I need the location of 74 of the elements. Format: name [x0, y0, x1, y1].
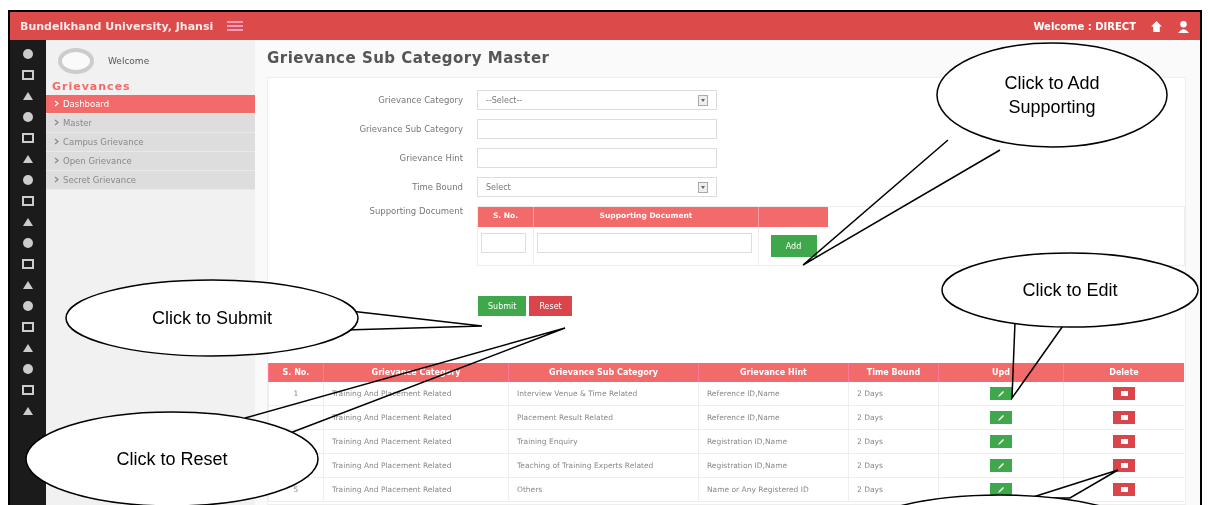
dash-icon: [1120, 463, 1128, 468]
callout-text: Click to Reset: [115, 447, 229, 471]
edit-button[interactable]: [990, 387, 1012, 400]
callout-text: Click to Submit: [150, 306, 273, 330]
callout-text: Click to Add Supporting: [1003, 71, 1101, 119]
dropdown-icon[interactable]: [698, 94, 708, 106]
column-header: Delete: [1063, 363, 1184, 382]
app-brand: Bundelkhand University, Jhansi: [20, 19, 214, 33]
nav-icon[interactable]: [22, 111, 34, 123]
column-header: Time Bound: [848, 363, 938, 382]
nav-icon[interactable]: [22, 321, 34, 333]
column-header: Grievance Hint: [698, 363, 848, 382]
nav-icon[interactable]: [22, 153, 34, 165]
nav-icon[interactable]: [22, 69, 34, 81]
dropdown-icon[interactable]: [698, 181, 708, 193]
nav-icon[interactable]: [22, 216, 34, 228]
sidebar-item[interactable]: Master: [46, 114, 255, 133]
dash-icon: [1120, 487, 1128, 492]
field-label: Grievance Category: [377, 95, 463, 105]
nav-icon[interactable]: [22, 300, 34, 312]
input-field[interactable]: [537, 232, 752, 253]
dash-icon: [1120, 391, 1128, 396]
nav-icon[interactable]: [22, 405, 34, 417]
delete-button[interactable]: [1113, 459, 1135, 472]
select-field[interactable]: Select: [477, 177, 717, 197]
sidebar-item[interactable]: Open Grievance: [46, 152, 255, 171]
page-title: Grievance Sub Category Master: [267, 48, 550, 69]
nav-icon[interactable]: [22, 342, 34, 354]
pencil-icon: [997, 437, 1005, 446]
nav-icon[interactable]: [22, 174, 34, 186]
reset-button[interactable]: Reset: [529, 296, 572, 316]
nav-icon[interactable]: [22, 258, 34, 270]
column-header: Grievance Sub Category: [508, 363, 698, 382]
chevron-icon: [54, 119, 59, 126]
input-field[interactable]: [477, 148, 717, 168]
nav-icon[interactable]: [22, 279, 34, 291]
select-field[interactable]: --Select--: [477, 90, 717, 110]
nav-icon[interactable]: [22, 195, 34, 207]
chevron-icon: [54, 100, 59, 107]
pencil-icon: [997, 413, 1005, 422]
pencil-icon: [997, 389, 1005, 398]
chevron-icon: [54, 176, 59, 183]
submit-button[interactable]: Submit: [478, 296, 527, 316]
welcome-text: Welcome : DIRECT: [1033, 20, 1136, 32]
sidebar-item[interactable]: Campus Grievance: [46, 133, 255, 152]
home-icon[interactable]: [1150, 19, 1163, 33]
dash-icon: [1120, 415, 1128, 420]
nav-icon[interactable]: [22, 384, 34, 396]
nav-icon[interactable]: [22, 48, 34, 60]
nav-icon[interactable]: [22, 363, 34, 375]
column-header: S. No.: [268, 363, 323, 382]
nav-icon[interactable]: [22, 132, 34, 144]
nav-icon[interactable]: [22, 90, 34, 102]
field-label: Grievance Hint: [398, 153, 463, 163]
input-field[interactable]: [481, 232, 526, 253]
nav-icon[interactable]: [22, 237, 34, 249]
chevron-icon: [54, 157, 59, 164]
field-label: Supporting Document: [368, 206, 463, 216]
callout-text: Click to Edit: [1021, 278, 1119, 302]
field-label: Time Bound: [411, 182, 463, 192]
add-button[interactable]: Add: [770, 235, 817, 257]
column-header: Upd: [938, 363, 1063, 382]
input-field[interactable]: [477, 119, 717, 139]
avatar: [58, 48, 94, 74]
pencil-icon: [997, 461, 1005, 470]
dash-icon: [1120, 439, 1128, 444]
section-heading: Grievances: [51, 80, 132, 95]
welcome-label: Welcome: [108, 56, 150, 66]
pencil-icon: [997, 485, 1005, 494]
user-icon[interactable]: [1177, 19, 1190, 33]
sidebar-item[interactable]: Secret Grievance: [46, 171, 255, 190]
sidebar-item[interactable]: Dashboard: [46, 95, 255, 114]
field-label: Grievance Sub Category: [358, 124, 463, 134]
chevron-icon: [54, 138, 59, 145]
